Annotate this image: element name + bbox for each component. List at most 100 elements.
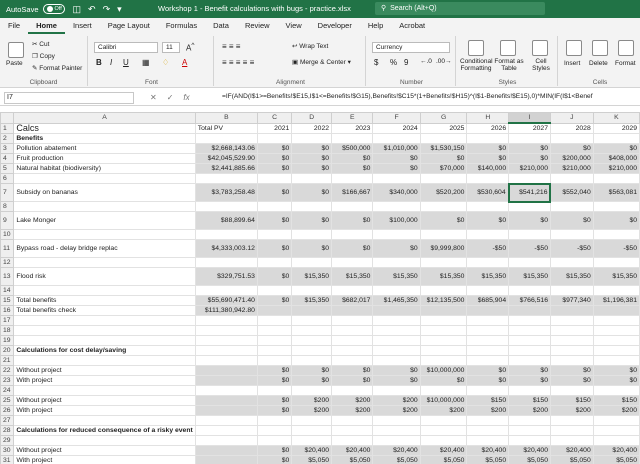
row-header[interactable]: 25 xyxy=(0,395,15,406)
cell-j2[interactable] xyxy=(549,133,594,144)
cell-k8[interactable] xyxy=(592,201,640,212)
cell-c10[interactable] xyxy=(256,229,293,240)
cell-k29[interactable] xyxy=(592,435,640,446)
cell-g18[interactable] xyxy=(419,325,468,336)
cell-f14[interactable] xyxy=(372,285,421,296)
cell-h11[interactable]: -$50 xyxy=(466,239,510,258)
cell-h4[interactable]: $0 xyxy=(466,153,510,164)
cell-e5[interactable]: $0 xyxy=(331,163,374,174)
cell-b28[interactable] xyxy=(194,425,258,436)
cell-a23[interactable]: With project xyxy=(13,375,196,386)
cell-k1[interactable]: 2029 xyxy=(592,122,640,134)
cell-c31[interactable]: $0 xyxy=(256,455,293,464)
cell-b7[interactable]: $3,783,258.48 xyxy=(194,183,258,202)
column-header-j[interactable]: J xyxy=(549,112,594,124)
cell-j23[interactable]: $0 xyxy=(549,375,594,386)
cell-k24[interactable] xyxy=(592,385,640,396)
cell-c16[interactable] xyxy=(256,305,293,316)
cell-a26[interactable]: With project xyxy=(13,405,196,416)
cell-f15[interactable]: $1,465,350 xyxy=(372,295,421,306)
cell-a24[interactable] xyxy=(13,385,196,396)
cell-k23[interactable]: $0 xyxy=(592,375,640,386)
cell-g31[interactable]: $5,050 xyxy=(419,455,468,464)
cell-b17[interactable] xyxy=(194,315,258,326)
cell-f9[interactable]: $100,000 xyxy=(372,211,421,230)
row-header[interactable]: 18 xyxy=(0,325,15,336)
increase-decimal-icon[interactable]: ←.0 xyxy=(420,58,432,65)
cell-e22[interactable]: $0 xyxy=(331,365,374,376)
cell-b31[interactable] xyxy=(194,455,258,464)
row-header[interactable]: 8 xyxy=(0,201,15,212)
cell-c3[interactable]: $0 xyxy=(256,143,293,154)
cell-i6[interactable] xyxy=(508,173,551,184)
cell-g6[interactable] xyxy=(419,173,468,184)
cell-c4[interactable]: $0 xyxy=(256,153,293,164)
cell-c18[interactable] xyxy=(256,325,293,336)
cell-a19[interactable] xyxy=(13,335,196,346)
cell-g13[interactable]: $15,350 xyxy=(419,267,468,286)
cell-b11[interactable]: $4,333,003.12 xyxy=(194,239,258,258)
save-icon[interactable]: ◫ xyxy=(73,4,82,15)
cell-b23[interactable] xyxy=(194,375,258,386)
cell-i30[interactable]: $20,400 xyxy=(508,445,551,456)
cell-f30[interactable]: $20,400 xyxy=(372,445,421,456)
column-header-h[interactable]: H xyxy=(466,112,510,124)
italic-button[interactable]: I xyxy=(110,58,112,67)
tab-insert[interactable]: Insert xyxy=(65,18,100,34)
cell-e9[interactable]: $0 xyxy=(331,211,374,230)
row-header[interactable]: 19 xyxy=(0,335,15,346)
cell-e1[interactable]: 2023 xyxy=(331,122,374,134)
format-cells-icon[interactable] xyxy=(618,40,634,56)
column-header-a[interactable]: A xyxy=(13,112,196,124)
decrease-decimal-icon[interactable]: .00→ xyxy=(436,58,452,65)
cell-e17[interactable] xyxy=(331,315,374,326)
cell-i28[interactable] xyxy=(508,425,551,436)
cell-g11[interactable]: $9,999,800 xyxy=(419,239,468,258)
cell-c30[interactable]: $0 xyxy=(256,445,293,456)
cell-j10[interactable] xyxy=(549,229,594,240)
cell-f23[interactable]: $0 xyxy=(372,375,421,386)
paste-button[interactable]: Paste xyxy=(6,60,23,67)
format-table-icon[interactable] xyxy=(500,40,516,56)
cell-i29[interactable] xyxy=(508,435,551,446)
cell-h16[interactable] xyxy=(466,305,510,316)
cell-j12[interactable] xyxy=(549,257,594,268)
cell-c21[interactable] xyxy=(256,355,293,366)
cell-f16[interactable] xyxy=(372,305,421,316)
cell-i10[interactable] xyxy=(508,229,551,240)
cell-g12[interactable] xyxy=(419,257,468,268)
tab-data[interactable]: Data xyxy=(205,18,237,34)
cell-d27[interactable] xyxy=(291,415,333,426)
cell-b2[interactable] xyxy=(194,133,258,144)
cell-a4[interactable]: Fruit production xyxy=(13,153,196,164)
copy-button[interactable]: ❐ Copy xyxy=(32,52,55,60)
conditional-formatting-icon[interactable] xyxy=(468,40,484,56)
cell-f19[interactable] xyxy=(372,335,421,346)
cell-a15[interactable]: Total benefits xyxy=(13,295,196,306)
column-header-i[interactable]: I xyxy=(508,112,551,124)
cell-c1[interactable]: 2021 xyxy=(256,122,293,134)
cell-a20[interactable]: Calculations for cost delay/saving xyxy=(13,345,196,356)
row-header[interactable]: 17 xyxy=(0,315,15,326)
cell-i22[interactable]: $0 xyxy=(508,365,551,376)
cell-f17[interactable] xyxy=(372,315,421,326)
cell-d3[interactable]: $0 xyxy=(291,143,333,154)
select-all-corner[interactable] xyxy=(0,112,15,124)
cell-k14[interactable] xyxy=(592,285,640,296)
cell-b26[interactable] xyxy=(194,405,258,416)
cell-h2[interactable] xyxy=(466,133,510,144)
align-top-icon[interactable]: ≡ ≡ ≡ xyxy=(222,42,240,51)
align-left-icon[interactable]: ≡ ≡ ≡ ≡ ≡ xyxy=(222,58,254,67)
cell-h29[interactable] xyxy=(466,435,510,446)
cell-d22[interactable]: $0 xyxy=(291,365,333,376)
cell-e26[interactable]: $200 xyxy=(331,405,374,416)
cell-g20[interactable] xyxy=(419,345,468,356)
cell-b9[interactable]: $88,899.64 xyxy=(194,211,258,230)
cell-a3[interactable]: Pollution abatement xyxy=(13,143,196,154)
cell-e3[interactable]: $500,000 xyxy=(331,143,374,154)
cell-i9[interactable]: $0 xyxy=(508,211,551,230)
cell-k22[interactable]: $0 xyxy=(592,365,640,376)
fill-color-icon[interactable]: ♢ xyxy=(162,58,169,67)
cell-e19[interactable] xyxy=(331,335,374,346)
cell-a16[interactable]: Total benefits check xyxy=(13,305,196,316)
